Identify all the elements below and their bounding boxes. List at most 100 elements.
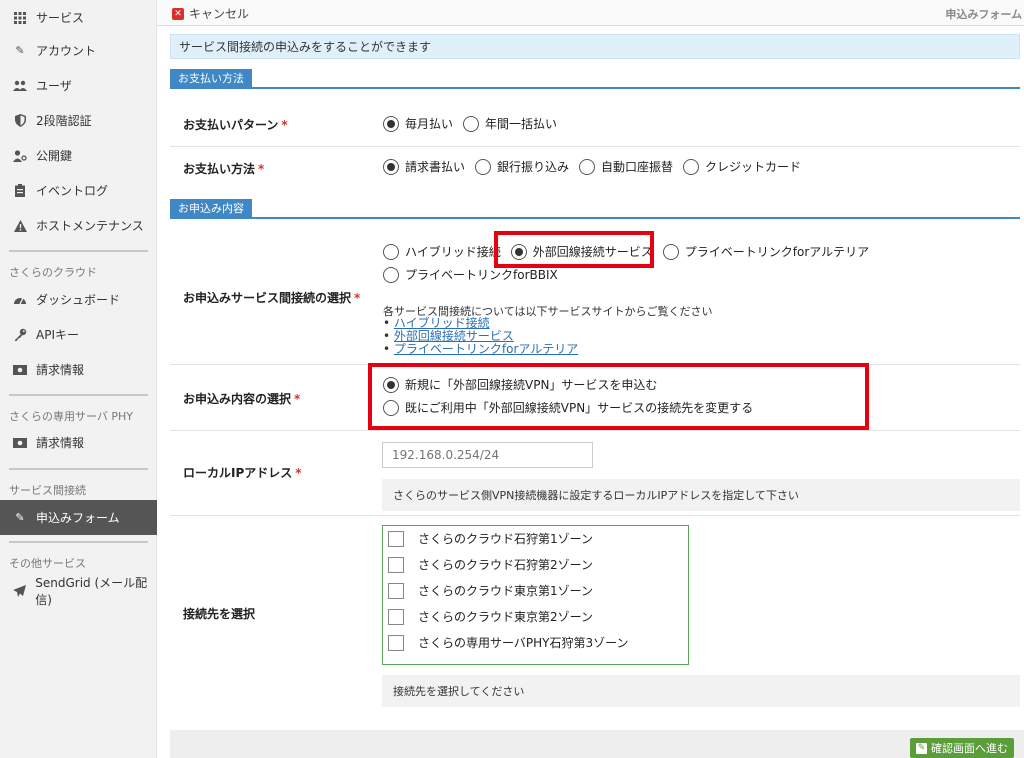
checkbox[interactable] bbox=[388, 530, 404, 547]
users-icon bbox=[13, 79, 27, 93]
sidebar-item-label: イベントログ bbox=[36, 184, 109, 198]
sidebar-item-label: アカウント bbox=[36, 44, 97, 58]
pencil-icon: ✎ bbox=[15, 511, 25, 524]
link-external-line[interactable]: 外部回線接続サービス bbox=[394, 329, 514, 343]
radio-direct-debit[interactable]: 自動口座振替 bbox=[579, 158, 673, 175]
local-ip-help: さくらのサービス側VPN接続機器に設定するローカルIPアドレスを指定して下さい bbox=[382, 479, 1020, 511]
radio-dot[interactable] bbox=[662, 243, 679, 260]
radio-dot[interactable] bbox=[463, 115, 480, 132]
sidebar-item-label: APIキー bbox=[36, 328, 79, 342]
sidebar-item-dashboard[interactable]: ダッシュボード bbox=[0, 282, 157, 317]
warning-icon bbox=[13, 219, 27, 233]
sidebar-item-services[interactable]: サービス bbox=[0, 0, 157, 35]
highlight-box-service bbox=[494, 231, 654, 268]
zone-label: さくらのクラウド石狩第2ゾーン bbox=[418, 558, 594, 572]
zone-label: さくらのクラウド東京第1ゾーン bbox=[418, 584, 594, 598]
radio-annual[interactable]: 年間一括払い bbox=[463, 115, 557, 132]
form-footer: ✎ 確認画面へ進む bbox=[170, 730, 1024, 758]
sidebar-item-billing-cloud[interactable]: 請求情報 bbox=[0, 352, 157, 387]
sidebar-section-other: その他サービス bbox=[9, 557, 86, 570]
paper-plane-icon bbox=[13, 584, 27, 598]
radio-credit-card[interactable]: クレジットカード bbox=[683, 158, 801, 175]
link-hybrid[interactable]: ハイブリッド接続 bbox=[394, 316, 490, 330]
zone-checkbox-item[interactable]: さくらのクラウド東京第1ゾーン bbox=[388, 582, 593, 599]
label-text: ローカルIPアドレス bbox=[183, 466, 293, 480]
payment-method-radio-group: 請求書払い 銀行振り込み 自動口座振替 クレジットカード bbox=[383, 158, 811, 175]
checkbox[interactable] bbox=[388, 608, 404, 625]
confirm-label: 確認画面へ進む bbox=[931, 742, 1008, 755]
sidebar-item-label: SendGrid (メール配信) bbox=[35, 575, 148, 607]
info-text: サービス間接続の申込みをすることができます bbox=[179, 40, 432, 54]
main-content: サービス間接続の申込みをすることができます お支払い方法 お支払いパターン * 毎… bbox=[157, 27, 1024, 758]
payment-pattern-radio-group: 毎月払い 年間一括払い bbox=[383, 115, 567, 132]
sidebar-item-application-form[interactable]: ✎ 申込みフォーム bbox=[0, 500, 157, 535]
sidebar-section-phy: さくらの専用サーバ PHY bbox=[9, 410, 134, 423]
sidebar: サービス ✎ アカウント ユーザ 2段階認証 公開鍵 イベントログ ホストメンテ… bbox=[0, 0, 157, 758]
zone-checkbox-item[interactable]: さくらのクラウド石狩第2ゾーン bbox=[388, 556, 593, 573]
destination-label: 接続先を選択 bbox=[183, 607, 256, 621]
sidebar-item-label: 申込みフォーム bbox=[36, 511, 120, 525]
confirm-button[interactable]: ✎ 確認画面へ進む bbox=[910, 738, 1014, 758]
zone-checkbox-list[interactable]: さくらのクラウド石狩第1ゾーン さくらのクラウド石狩第2ゾーン さくらのクラウド… bbox=[382, 525, 689, 665]
radio-monthly[interactable]: 毎月払い bbox=[383, 115, 453, 132]
radio-hybrid[interactable]: ハイブリッド接続 bbox=[383, 243, 501, 260]
local-ip-label: ローカルIPアドレス * bbox=[183, 464, 302, 481]
label-text: お申込み内容の選択 bbox=[183, 392, 292, 406]
sidebar-item-api-key[interactable]: APIキー bbox=[0, 317, 157, 352]
radio-dot[interactable] bbox=[383, 266, 399, 283]
checkbox[interactable] bbox=[388, 556, 404, 573]
radio-label: 年間一括払い bbox=[485, 117, 558, 131]
sidebar-item-public-key[interactable]: 公開鍵 bbox=[0, 138, 157, 173]
close-icon: ✕ bbox=[172, 7, 184, 20]
radio-dot[interactable] bbox=[383, 115, 399, 132]
radio-dot[interactable] bbox=[475, 158, 492, 175]
radio-dot[interactable] bbox=[579, 158, 596, 175]
zone-checkbox-item[interactable]: さくらのクラウド東京第2ゾーン bbox=[388, 608, 593, 625]
sidebar-section-interconnect: サービス間接続 bbox=[9, 484, 86, 497]
sidebar-item-account[interactable]: ✎ アカウント bbox=[0, 33, 157, 68]
billing-icon bbox=[13, 436, 27, 450]
radio-invoice[interactable]: 請求書払い bbox=[383, 158, 465, 175]
sidebar-item-host-maintenance[interactable]: ホストメンテナンス bbox=[0, 208, 157, 243]
sidebar-item-sendgrid[interactable]: SendGrid (メール配信) bbox=[0, 573, 157, 608]
required-mark: * bbox=[354, 291, 361, 305]
required-mark: * bbox=[281, 118, 288, 132]
pencil-icon: ✎ bbox=[916, 742, 927, 754]
dashboard-icon bbox=[13, 293, 27, 307]
link-private-link-arteria[interactable]: プライベートリンクforアルテリア bbox=[394, 342, 578, 356]
sidebar-item-label: 請求情報 bbox=[36, 363, 85, 377]
sidebar-item-billing-phy[interactable]: 請求情報 bbox=[0, 425, 157, 460]
key-user-icon bbox=[13, 149, 27, 163]
zone-label: さくらの専用サーバPHY石狩第3ゾーン bbox=[418, 636, 629, 650]
sidebar-item-event-log[interactable]: イベントログ bbox=[0, 173, 157, 208]
radio-dot[interactable] bbox=[383, 243, 399, 260]
sidebar-item-label: ホストメンテナンス bbox=[36, 219, 144, 233]
sidebar-item-2fa[interactable]: 2段階認証 bbox=[0, 103, 157, 138]
checkbox[interactable] bbox=[388, 634, 404, 651]
radio-dot[interactable] bbox=[683, 158, 700, 175]
radio-private-link-arteria[interactable]: プライベートリンクforアルテリア bbox=[662, 243, 870, 260]
cancel-label: キャンセル bbox=[189, 7, 250, 21]
sidebar-divider bbox=[9, 468, 148, 470]
list-item: プライベートリンクforアルテリア bbox=[383, 343, 578, 356]
service-select-label: お申込みサービス間接続の選択 * bbox=[183, 289, 360, 306]
radio-label: クレジットカード bbox=[705, 160, 802, 174]
radio-label: プライベートリンクforアルテリア bbox=[684, 245, 870, 259]
zone-checkbox-item[interactable]: さくらの専用サーバPHY石狩第3ゾーン bbox=[388, 634, 629, 651]
sidebar-item-label: サービス bbox=[36, 11, 85, 25]
cancel-button[interactable]: ✕ キャンセル bbox=[172, 5, 249, 22]
sidebar-divider bbox=[9, 250, 148, 252]
billing-icon bbox=[13, 363, 27, 377]
zone-checkbox-item[interactable]: さくらのクラウド石狩第1ゾーン bbox=[388, 530, 593, 547]
radio-bank-transfer[interactable]: 銀行振り込み bbox=[475, 158, 569, 175]
highlight-box-content bbox=[368, 363, 869, 430]
radio-dot[interactable] bbox=[383, 158, 399, 175]
section-title: お支払い方法 bbox=[170, 69, 252, 89]
local-ip-input[interactable] bbox=[382, 442, 593, 468]
sidebar-item-users[interactable]: ユーザ bbox=[0, 68, 157, 103]
radio-label: ハイブリッド接続 bbox=[405, 245, 501, 259]
zone-label: さくらのクラウド東京第2ゾーン bbox=[418, 610, 594, 624]
radio-private-link-bbix[interactable]: プライベートリンクforBBIX bbox=[383, 266, 558, 283]
checkbox[interactable] bbox=[388, 582, 404, 599]
payment-method-label: お支払い方法 * bbox=[183, 160, 264, 177]
